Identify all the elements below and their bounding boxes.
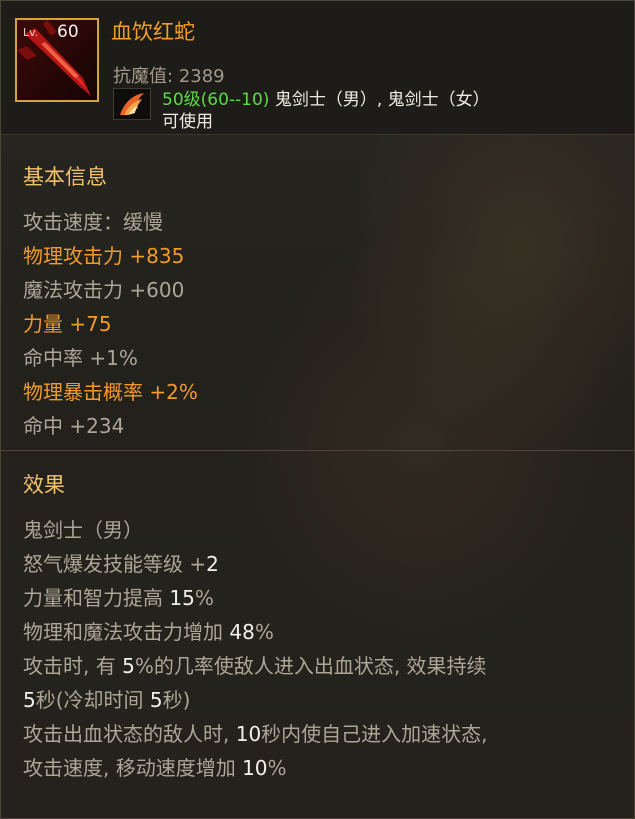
effect-value: 5 xyxy=(149,688,163,712)
effect-text: 攻击速度, 移动速度增加 xyxy=(23,756,243,780)
item-level: 60 xyxy=(57,22,79,42)
effect-value: 48 xyxy=(229,620,255,644)
stat-magic-attack: 魔法攻击力 +600 xyxy=(23,278,185,302)
effect-line: 力量和智力提高 15% xyxy=(23,582,214,611)
effect-text: % xyxy=(267,756,287,780)
anti-magic-value: 2389 xyxy=(178,66,225,87)
item-tooltip: Lv. 60 血饮红蛇 抗魔值: 2389 50级(60--10) 鬼剑士（男）… xyxy=(0,0,635,819)
stat-strength: 力量 +75 xyxy=(23,312,112,336)
effect-text: % xyxy=(194,586,214,610)
effect-value: 10 xyxy=(242,756,268,780)
effect-text: 秒) xyxy=(162,688,191,712)
effect-text: % xyxy=(254,620,274,644)
anti-magic-label: 抗魔值: xyxy=(113,66,174,87)
header-divider xyxy=(1,134,634,135)
effect-text: 秒(冷却时间 xyxy=(35,688,150,712)
effect-text: 攻击时, 有 xyxy=(23,654,123,678)
effect-value: 10 xyxy=(235,722,262,746)
stat-attack-speed: 攻击速度：缓慢 xyxy=(23,210,163,234)
item-level-prefix: Lv. xyxy=(23,26,39,39)
stat-physical-crit: 物理暴击概率 +2% xyxy=(23,380,198,404)
effect-value: 15 xyxy=(169,586,195,610)
effect-text: %的几率使敌人进入出血状态, 效果持续 xyxy=(134,654,487,678)
effect-text: 怒气爆发技能等级 + xyxy=(23,552,207,576)
effect-line: 攻击速度, 移动速度增加 10% xyxy=(23,752,287,781)
red-serpent-sword-icon: Lv. 60 xyxy=(15,18,99,102)
effect-line: 鬼剑士（男） xyxy=(23,514,143,543)
section-divider xyxy=(1,450,634,451)
effects-title: 效果 xyxy=(23,473,65,497)
effect-text: 物理和魔法攻击力增加 xyxy=(23,620,230,644)
usable-status: 可使用 xyxy=(162,112,213,132)
effect-text: 鬼剑士（男） xyxy=(23,518,143,542)
basic-info-title: 基本信息 xyxy=(23,165,107,189)
stat-physical-attack: 物理攻击力 +835 xyxy=(23,244,185,268)
effect-line: 5秒(冷却时间 5秒) xyxy=(23,684,190,713)
effect-line: 攻击出血状态的敌人时, 10秒内使自己进入加速状态, xyxy=(23,718,488,747)
effect-value: 2 xyxy=(206,552,219,576)
effect-value: 5 xyxy=(122,654,135,678)
stat-hit: 命中 +234 xyxy=(23,414,125,438)
stat-hit-rate: 命中率 +1% xyxy=(23,346,138,370)
item-name: 血饮红蛇 xyxy=(111,20,195,44)
flame-wing-icon xyxy=(113,88,151,120)
class-requirement: 鬼剑士（男）, 鬼剑士（女） xyxy=(269,90,490,110)
effect-value: 5 xyxy=(23,688,36,712)
effect-line: 怒气爆发技能等级 +2 xyxy=(23,548,219,577)
effect-text: 秒内使自己进入加速状态, xyxy=(261,722,488,746)
effect-line: 物理和魔法攻击力增加 48% xyxy=(23,616,274,645)
tooltip-header: Lv. 60 血饮红蛇 抗魔值: 2389 50级(60--10) 鬼剑士（男）… xyxy=(1,1,634,134)
effect-line: 攻击时, 有 5%的几率使敌人进入出血状态, 效果持续 xyxy=(23,650,487,679)
effect-text: 力量和智力提高 xyxy=(23,586,170,610)
effect-text: 攻击出血状态的敌人时, xyxy=(23,722,236,746)
